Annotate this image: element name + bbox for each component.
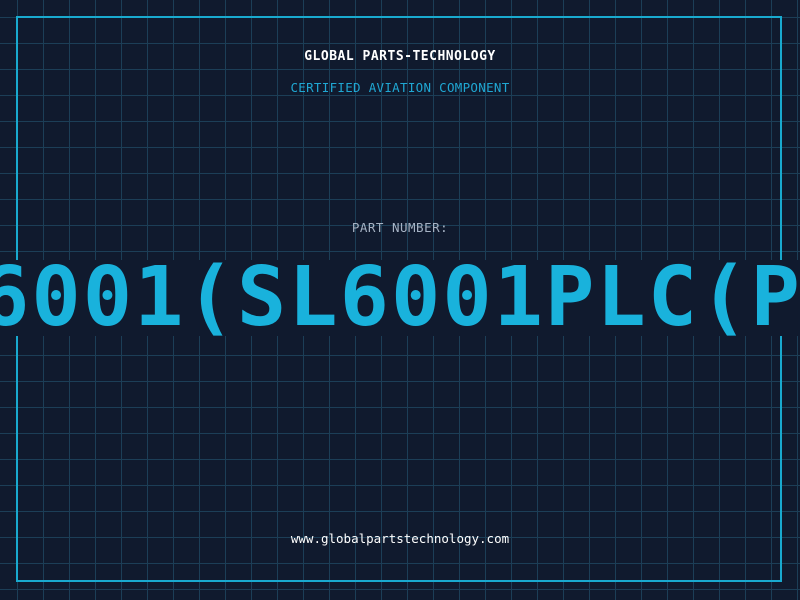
website-url: www.globalpartstechnology.com (290, 531, 510, 546)
company-name: GLOBAL PARTS-TECHNOLOGY (304, 49, 496, 64)
part-number-value: 6001(SL6001PLC(PLC (0, 260, 800, 336)
part-number-label: PART NUMBER: (351, 220, 449, 235)
part-number-band: 6001(SL6001PLC(PLC (0, 260, 800, 336)
certification-subtitle: CERTIFIED AVIATION COMPONENT (290, 80, 510, 95)
